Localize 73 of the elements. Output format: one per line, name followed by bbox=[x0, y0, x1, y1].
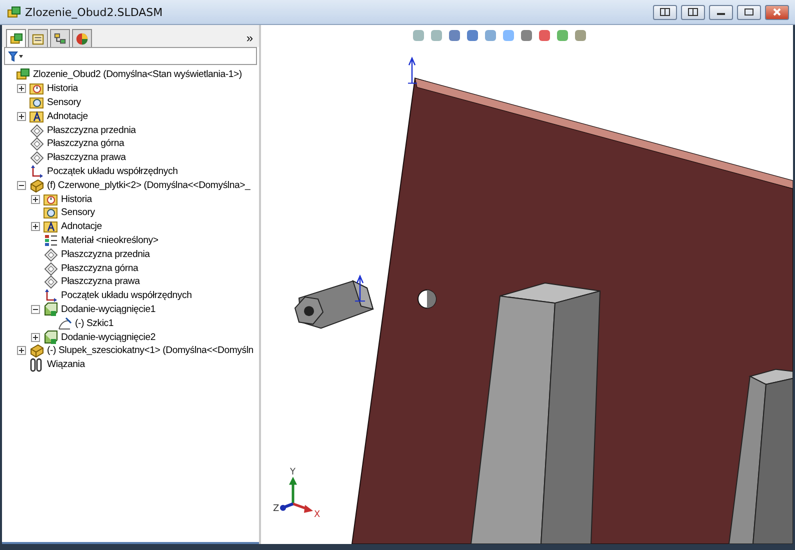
tree-item[interactable]: Adnotacje bbox=[47, 110, 88, 122]
tree-item[interactable]: Sensory bbox=[47, 96, 81, 108]
assembly-icon bbox=[6, 4, 21, 20]
filter-icon bbox=[8, 50, 24, 62]
split-window-icon bbox=[688, 8, 698, 16]
clock-folder-icon bbox=[43, 192, 58, 207]
split-window-icon bbox=[660, 8, 670, 16]
configuration-icon[interactable] bbox=[50, 29, 70, 47]
plane-icon bbox=[43, 274, 58, 290]
close-button[interactable] bbox=[765, 4, 789, 20]
plane-icon bbox=[29, 122, 44, 138]
tree-item[interactable]: Płaszczyzna prawa bbox=[61, 276, 140, 288]
plane-icon bbox=[43, 260, 58, 276]
gauge-folder-icon bbox=[29, 95, 44, 110]
extrude-icon bbox=[43, 330, 58, 345]
minimize-button[interactable] bbox=[709, 4, 733, 20]
gauge-folder-icon bbox=[43, 205, 58, 220]
material-icon bbox=[43, 232, 58, 248]
close-icon bbox=[772, 8, 782, 16]
expand-toggle[interactable] bbox=[17, 112, 26, 121]
paperclip-icon bbox=[29, 357, 44, 372]
part-icon bbox=[29, 178, 44, 193]
sketch-icon bbox=[57, 316, 72, 331]
tree-item[interactable]: Płaszczyzna przednia bbox=[47, 124, 136, 136]
maximize-button[interactable] bbox=[737, 4, 761, 20]
tree-item[interactable]: Płaszczyzna przednia bbox=[61, 248, 150, 260]
expand-toggle[interactable] bbox=[17, 84, 26, 94]
tree-item[interactable]: Dodanie-wyciągnięcie2 bbox=[61, 332, 156, 343]
window-title: Zlozenie_Obud2.SLDASM bbox=[25, 6, 163, 18]
tile-button[interactable] bbox=[681, 4, 705, 20]
plane-icon bbox=[43, 246, 58, 262]
tree-item[interactable]: Materiał <nieokreślony> bbox=[61, 234, 158, 246]
tree-item[interactable]: (-) Szkic1 bbox=[75, 318, 114, 329]
color-wheel-icon[interactable] bbox=[72, 29, 92, 47]
tile-button[interactable] bbox=[653, 4, 677, 20]
axis-arrow-icon bbox=[408, 56, 418, 84]
axis-triad-drawing: Y X Z bbox=[273, 468, 320, 520]
tree-item[interactable]: Adnotacje bbox=[61, 221, 102, 232]
tree-item[interactable]: Historia bbox=[47, 83, 78, 94]
tree-icon[interactable] bbox=[6, 29, 26, 47]
collapse-toggle[interactable] bbox=[17, 180, 26, 190]
tree-item[interactable]: Początek układu współrzędnych bbox=[61, 290, 192, 302]
tree-item[interactable]: Płaszczyzna prawa bbox=[47, 152, 126, 164]
axis-arrow-icon bbox=[354, 274, 366, 302]
plane-icon bbox=[29, 136, 44, 152]
clock-folder-icon bbox=[29, 81, 44, 96]
maximize-icon bbox=[744, 8, 754, 16]
annotation-folder-icon bbox=[29, 108, 44, 124]
tree-item[interactable]: Sensory bbox=[61, 207, 95, 218]
part-icon bbox=[29, 343, 44, 358]
expand-toggle[interactable] bbox=[31, 194, 40, 204]
tree-item[interactable]: Płaszczyzna górna bbox=[47, 138, 124, 150]
expand-toggle[interactable] bbox=[17, 346, 26, 356]
expand-toggle[interactable] bbox=[31, 222, 40, 232]
origin-icon bbox=[29, 164, 44, 179]
tree-item[interactable]: Początek układu współrzędnych bbox=[47, 166, 178, 177]
tree-item[interactable]: Zlozenie_Obud2 (Domyślna<Stan wyświetlania-1>) bbox=[33, 69, 242, 80]
tree-item[interactable]: (f) Czerwone_plytki<2> (Domyślna<<Domyślna>_ bbox=[47, 180, 250, 191]
collapse-toggle[interactable] bbox=[31, 304, 40, 314]
tree-item[interactable]: Płaszczyzna górna bbox=[61, 262, 138, 274]
filter-field[interactable] bbox=[4, 47, 257, 65]
expand-toggle[interactable] bbox=[31, 332, 40, 342]
extrude-icon bbox=[43, 302, 58, 317]
origin-icon bbox=[43, 288, 58, 304]
assembly-icon bbox=[15, 67, 30, 82]
annotation-folder-icon bbox=[43, 219, 58, 234]
more-button[interactable]: » bbox=[244, 31, 255, 45]
property-sheet-icon[interactable] bbox=[28, 29, 48, 47]
tree-item[interactable]: Wiązania bbox=[47, 359, 85, 370]
tree-item[interactable]: (-) Slupek_szesciokatny<1> (Domyślna<<Domyśln bbox=[47, 345, 254, 356]
tree-item[interactable]: Historia bbox=[61, 194, 92, 205]
tree-item[interactable]: Dodanie-wyciągnięcie1 bbox=[61, 304, 156, 315]
plane-icon bbox=[29, 150, 44, 166]
